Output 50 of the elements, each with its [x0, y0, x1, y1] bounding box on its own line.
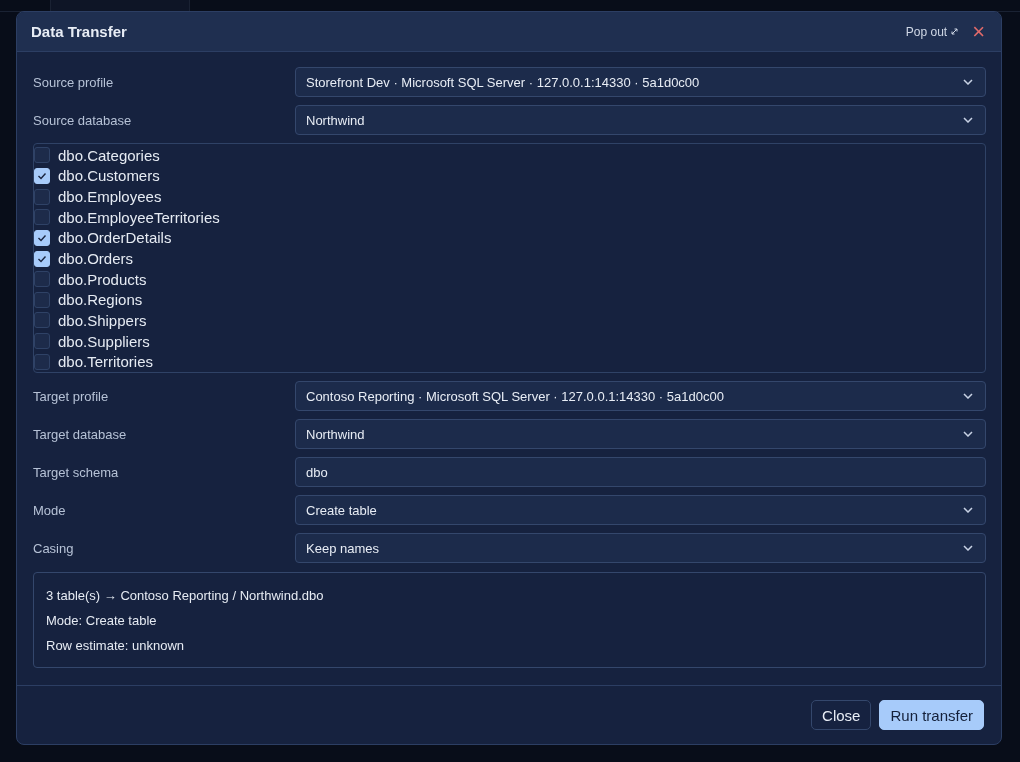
- checkbox[interactable]: [34, 291, 50, 308]
- table-name[interactable]: dbo.Customers: [58, 167, 160, 185]
- summary-text: Row estimate: unknown: [46, 637, 185, 654]
- checkbox[interactable]: [34, 333, 50, 350]
- table-name[interactable]: dbo.Categories: [58, 146, 160, 164]
- table-name[interactable]: dbo.OrderDetails: [58, 229, 172, 247]
- pop-out-button[interactable]: Pop out: [905, 24, 959, 39]
- dropdown[interactable]: Northwind: [295, 105, 986, 135]
- checkbox[interactable]: [34, 271, 50, 288]
- checkmark-icon: [37, 171, 47, 180]
- diagonal-arrow-icon: [951, 28, 959, 35]
- dialog-title: Data Transfer: [31, 23, 127, 40]
- summary-text: 3 table(s) → Contoso Reporting / Northwind.dbo: [46, 587, 325, 604]
- field-label: Source profile: [33, 74, 115, 90]
- dropdown[interactable]: Keep names: [295, 533, 986, 563]
- table-name[interactable]: dbo.Products: [58, 270, 147, 288]
- table-name[interactable]: dbo.Shippers: [58, 311, 147, 329]
- table-name[interactable]: dbo.Regions: [58, 291, 143, 309]
- chevron-down-icon: [963, 431, 973, 437]
- table-name[interactable]: dbo.Territories: [58, 353, 154, 371]
- run-button[interactable]: Run transfer: [879, 700, 984, 730]
- field-label: Mode: [33, 502, 67, 518]
- field-label: Target database: [33, 426, 128, 442]
- table-name[interactable]: dbo.Employees: [58, 188, 162, 206]
- field-label: Casing: [33, 540, 75, 556]
- dropdown[interactable]: Create table: [295, 495, 986, 525]
- checkbox[interactable]: [34, 188, 50, 205]
- field-label: Source database: [33, 112, 133, 128]
- summary-text: Mode: Create table: [46, 612, 158, 629]
- chevron-down-icon: [963, 545, 973, 551]
- checkbox[interactable]: [34, 209, 50, 226]
- chevron-down-icon: [963, 117, 973, 123]
- table-name[interactable]: dbo.EmployeeTerritories: [58, 208, 220, 226]
- checkmark-icon: [37, 254, 47, 263]
- input-field[interactable]: dbo: [295, 457, 986, 487]
- table-name[interactable]: dbo.Suppliers: [58, 332, 150, 350]
- checkmark-icon: [37, 233, 47, 242]
- field-label: Target profile: [33, 388, 110, 404]
- dropdown[interactable]: Storefront Dev · Microsoft SQL Server · 127.0.0.1:14330 · 5a1d0c00: [295, 67, 986, 97]
- dropdown[interactable]: Northwind: [295, 419, 986, 449]
- field-label: Target schema: [33, 464, 120, 480]
- chevron-down-icon: [963, 79, 973, 85]
- checkbox[interactable]: [34, 353, 50, 370]
- chevron-down-icon: [963, 393, 973, 399]
- close-button[interactable]: Close: [811, 700, 872, 730]
- checkbox[interactable]: [34, 312, 50, 329]
- table-name[interactable]: dbo.Orders: [58, 250, 134, 267]
- chevron-down-icon: [963, 507, 973, 513]
- dropdown[interactable]: Contoso Reporting · Microsoft SQL Server · 127.0.0.1:14330 · 5a1d0c00: [295, 381, 986, 411]
- checkbox[interactable]: [34, 147, 50, 164]
